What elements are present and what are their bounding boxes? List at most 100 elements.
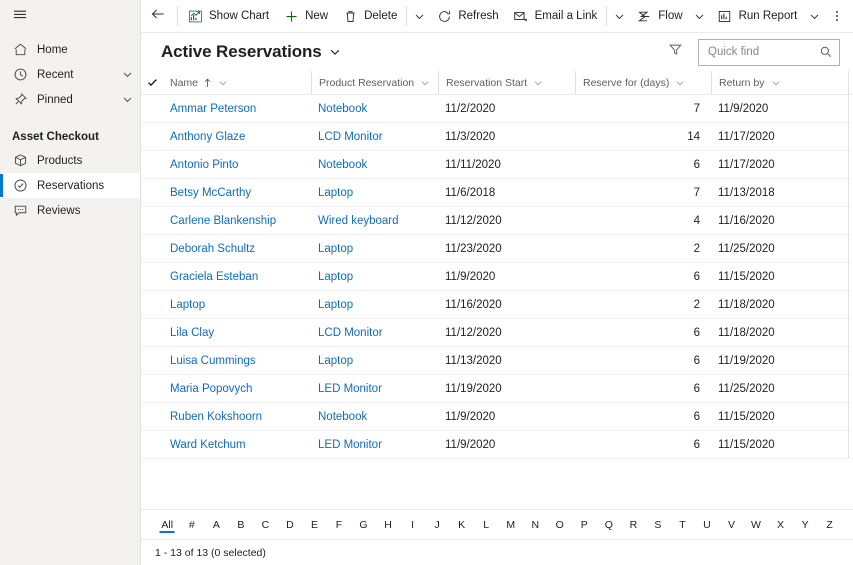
row-checkbox[interactable] [141,263,163,290]
alpha-filter-j[interactable]: J [425,510,450,540]
table-row[interactable]: Ammar Peterson Notebook 11/2/2020 7 11/9/202… [141,95,853,123]
table-row[interactable]: Graciela Esteban Laptop 11/9/2020 6 11/15/20… [141,263,853,291]
alpha-filter-q[interactable]: Q [597,510,622,540]
alpha-filter-u[interactable]: U [695,510,720,540]
cell-name[interactable]: Betsy McCarthy [163,179,311,206]
alpha-filter-k[interactable]: K [449,510,474,540]
row-checkbox[interactable] [141,291,163,318]
chevron-down-icon[interactable] [118,94,136,105]
chevron-down-icon[interactable] [533,78,543,88]
alpha-filter-hash[interactable]: # [180,510,205,540]
show-chart-button[interactable]: Show Chart [180,0,276,32]
alpha-filter-p[interactable]: P [572,510,597,540]
run-report-caret[interactable] [804,0,824,32]
alpha-filter-z[interactable]: Z [817,510,842,540]
table-row[interactable]: Maria Popovych LED Monitor 11/19/2020 6 11/2… [141,375,853,403]
chevron-down-icon[interactable] [675,78,685,88]
cell-product-reservation[interactable]: LED Monitor [311,375,438,402]
refresh-button[interactable]: Refresh [429,0,505,32]
table-row[interactable]: Antonio Pinto Notebook 11/11/2020 6 11/17/20… [141,151,853,179]
cell-name[interactable]: Ward Ketchum [163,431,311,458]
filter-button[interactable] [661,38,689,66]
search-icon[interactable] [819,45,833,59]
back-button[interactable] [141,0,175,32]
alpha-filter-v[interactable]: V [719,510,744,540]
cell-name[interactable]: Carlene Blankenship [163,207,311,234]
cell-product-reservation[interactable]: LED Monitor [311,431,438,458]
cell-name[interactable]: Graciela Esteban [163,263,311,290]
row-checkbox[interactable] [141,207,163,234]
cell-name[interactable]: Luisa Cummings [163,347,311,374]
alpha-filter-t[interactable]: T [670,510,695,540]
sidebar-item-recent[interactable]: Recent [0,62,140,87]
alpha-filter-l[interactable]: L [474,510,499,540]
cell-product-reservation[interactable]: Notebook [311,95,438,122]
alpha-filter-a[interactable]: A [204,510,229,540]
table-row[interactable]: Luisa Cummings Laptop 11/13/2020 6 11/19/202… [141,347,853,375]
row-checkbox[interactable] [141,403,163,430]
new-button[interactable]: New [276,0,335,32]
cell-name[interactable]: Lila Clay [163,319,311,346]
cell-name[interactable]: Deborah Schultz [163,235,311,262]
email-a-link-button[interactable]: Email a Link [506,0,605,32]
alpha-filter-w[interactable]: W [744,510,769,540]
cell-product-reservation[interactable]: LCD Monitor [311,319,438,346]
sidebar-item-reservations[interactable]: Reservations [0,173,140,198]
alpha-filter-y[interactable]: Y [793,510,818,540]
alpha-filter-x[interactable]: X [768,510,793,540]
cell-product-reservation[interactable]: Wired keyboard [311,207,438,234]
cell-name[interactable]: Maria Popovych [163,375,311,402]
table-row[interactable]: Ward Ketchum LED Monitor 11/9/2020 6 11/15/2… [141,431,853,459]
alpha-filter-h[interactable]: H [376,510,401,540]
delete-overflow-caret[interactable] [409,0,429,32]
row-checkbox[interactable] [141,151,163,178]
quick-find-box[interactable] [698,38,840,66]
table-row[interactable]: Lila Clay LCD Monitor 11/12/2020 6 11/18/202… [141,319,853,347]
hamburger-menu-button[interactable] [0,0,141,29]
cell-name[interactable]: Ruben Kokshoorn [163,403,311,430]
column-header-reservation-start[interactable]: Reservation Start [438,71,575,94]
cell-product-reservation[interactable]: Notebook [311,151,438,178]
cell-product-reservation[interactable]: Laptop [311,263,438,290]
cell-name[interactable]: Laptop [163,291,311,318]
column-header-name[interactable]: Name [163,71,311,94]
cell-product-reservation[interactable]: Laptop [311,291,438,318]
table-row[interactable]: Ruben Kokshoorn Notebook 11/9/2020 6 11/15/2… [141,403,853,431]
chevron-down-icon[interactable] [420,78,430,88]
alpha-filter-c[interactable]: C [253,510,278,540]
flow-caret[interactable] [690,0,710,32]
alpha-filter-n[interactable]: N [523,510,548,540]
run-report-button[interactable]: Run Report [710,0,805,32]
cell-product-reservation[interactable]: Laptop [311,235,438,262]
row-checkbox[interactable] [141,123,163,150]
alpha-filter-d[interactable]: D [278,510,303,540]
chevron-down-icon[interactable] [771,78,781,88]
sidebar-item-pinned[interactable]: Pinned [0,87,140,112]
table-row[interactable]: Anthony Glaze LCD Monitor 11/3/2020 14 11/17… [141,123,853,151]
row-checkbox[interactable] [141,431,163,458]
alpha-filter-all[interactable]: All [155,510,180,540]
alpha-filter-g[interactable]: G [351,510,376,540]
alpha-filter-r[interactable]: R [621,510,646,540]
alpha-filter-s[interactable]: S [646,510,671,540]
row-checkbox[interactable] [141,179,163,206]
column-header-reserve-for-days[interactable]: Reserve for (days) [575,71,711,94]
sidebar-item-home[interactable]: Home [0,37,140,62]
flow-button[interactable]: Flow [629,0,689,32]
table-row[interactable]: Carlene Blankenship Wired keyboard 11/12/2… [141,207,853,235]
select-all-checkbox[interactable] [141,71,163,94]
more-commands-button[interactable] [824,0,850,32]
alpha-filter-o[interactable]: O [548,510,573,540]
column-header-product-reservation[interactable]: Product Reservation [311,71,438,94]
alpha-filter-f[interactable]: F [327,510,352,540]
chevron-down-icon[interactable] [218,78,228,88]
cell-product-reservation[interactable]: LCD Monitor [311,123,438,150]
sidebar-item-reviews[interactable]: Reviews [0,198,140,223]
alpha-filter-e[interactable]: E [302,510,327,540]
row-checkbox[interactable] [141,375,163,402]
row-checkbox[interactable] [141,235,163,262]
search-input[interactable] [708,46,819,58]
cell-product-reservation[interactable]: Notebook [311,403,438,430]
row-checkbox[interactable] [141,347,163,374]
table-row[interactable]: Deborah Schultz Laptop 11/23/2020 2 11/25/20… [141,235,853,263]
